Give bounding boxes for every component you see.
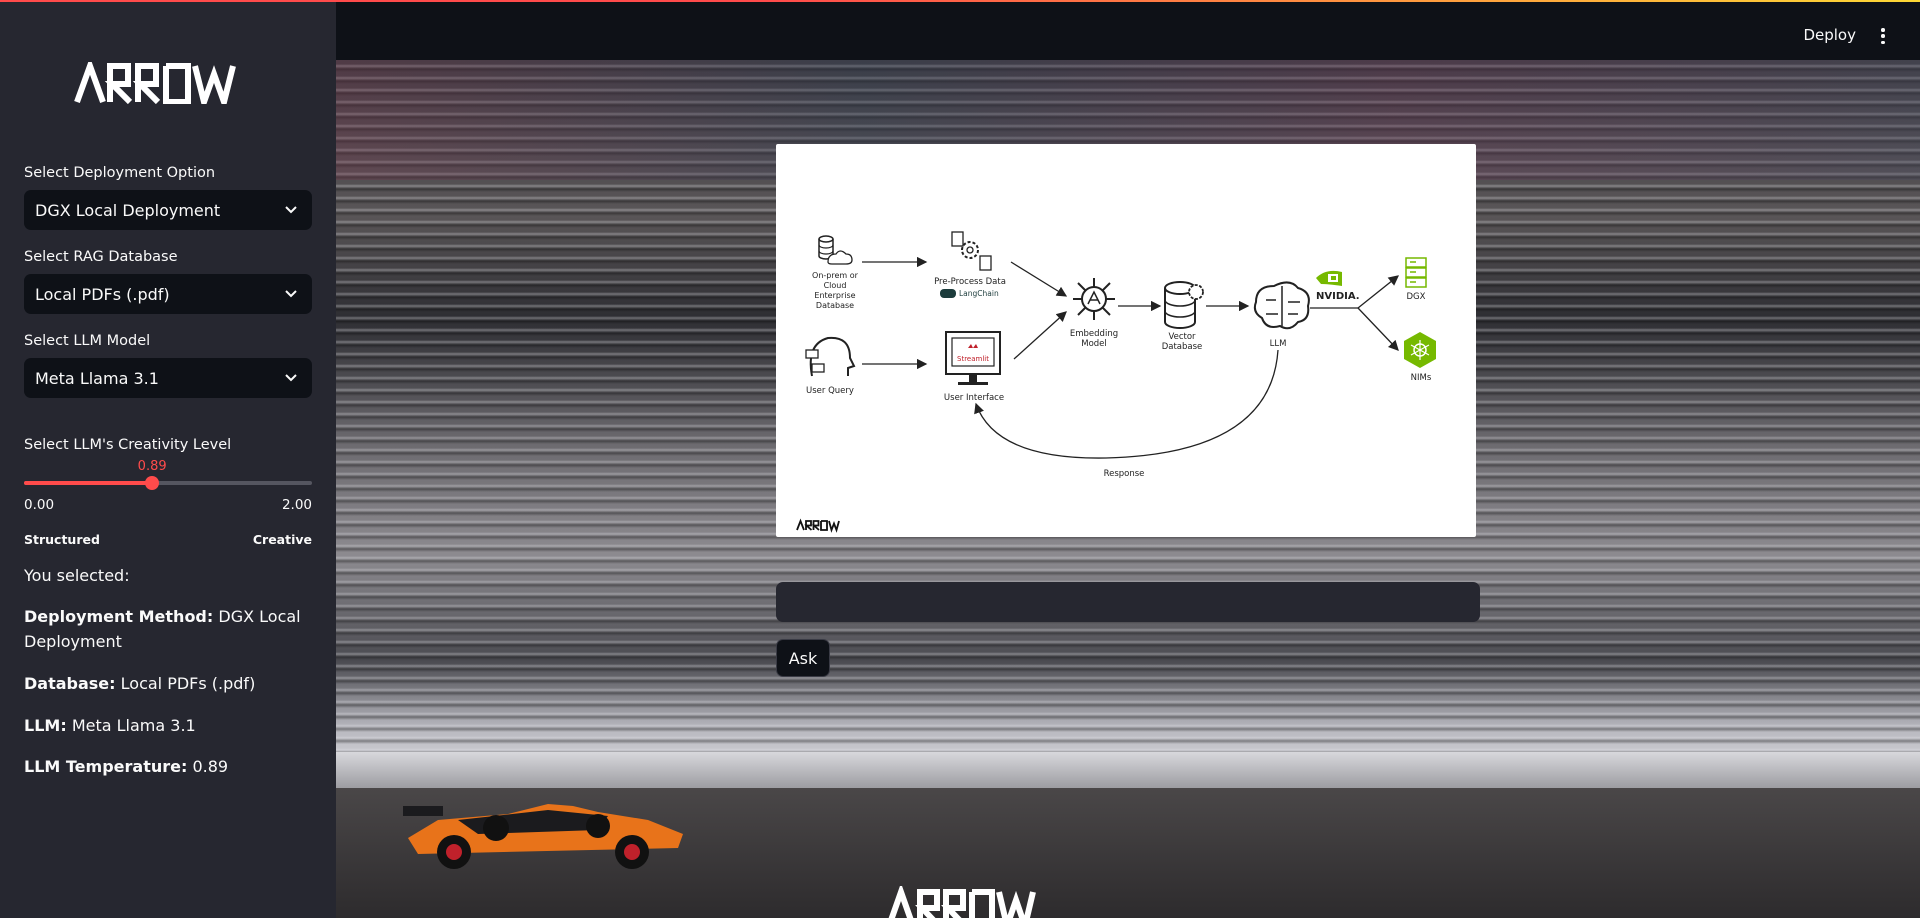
embedding-label-2: Model — [1081, 339, 1107, 349]
sidebar: Select Deployment Option DGX Local Deplo… — [0, 0, 336, 918]
langchain-icon — [940, 289, 956, 298]
chevron-down-icon — [284, 203, 298, 217]
preprocess-icon — [951, 231, 992, 271]
deployment-option-value: DGX Local Deployment — [35, 200, 221, 220]
ask-button[interactable]: Ask — [776, 639, 830, 677]
rag-database-value: Local PDFs (.pdf) — [35, 284, 170, 304]
llm-brain-icon — [1253, 281, 1310, 330]
question-input[interactable] — [776, 582, 1480, 622]
kebab-menu-icon[interactable] — [1880, 28, 1886, 44]
source-label-1: On-prem or — [812, 271, 859, 280]
creativity-max-label: 2.00 — [281, 497, 312, 513]
embedding-label-1: Embedding — [1070, 329, 1118, 339]
creativity-slider-value: 0.89 — [137, 459, 167, 474]
source-label-2: Cloud — [824, 281, 847, 290]
summary-deployment: Deployment Method: DGX Local Deployment — [24, 604, 314, 654]
summary-database: Database: Local PDFs (.pdf) — [24, 671, 314, 696]
nvidia-logo-icon — [1316, 270, 1342, 286]
langchain-label: LangChain — [959, 289, 999, 298]
preprocess-label: Pre-Process Data — [934, 277, 1006, 287]
track-wall — [336, 752, 1920, 788]
source-label-4: Database — [816, 301, 854, 310]
creativity-slider-fill — [24, 481, 153, 485]
rag-database-label: Select RAG Database — [24, 249, 178, 265]
nims-label: NIMs — [1411, 373, 1432, 383]
user-query-label: User Query — [806, 386, 854, 396]
summary-temperature-key: LLM Temperature: — [24, 757, 188, 776]
chevron-down-icon — [284, 287, 298, 301]
summary-temperature: LLM Temperature: 0.89 — [24, 754, 314, 779]
summary-deployment-key: Deployment Method: — [24, 607, 214, 626]
arrow-logo — [74, 57, 248, 113]
arrow-bottom-logo — [886, 882, 1048, 918]
summary-llm-key: LLM: — [24, 716, 67, 735]
user-query-icon — [805, 336, 856, 377]
summary-intro: You selected: — [24, 566, 130, 585]
creativity-label: Select LLM's Creativity Level — [24, 437, 232, 453]
creative-hint: Creative — [252, 532, 312, 547]
llm-label: LLM — [1270, 339, 1287, 349]
llm-model-value: Meta Llama 3.1 — [35, 368, 159, 388]
summary-llm-value: Meta Llama 3.1 — [71, 716, 196, 735]
source-label-3: Enterprise — [814, 291, 855, 300]
vector-database-icon — [1164, 281, 1204, 329]
structured-hint: Structured — [24, 532, 100, 547]
llm-model-select[interactable]: Meta Llama 3.1 — [24, 358, 312, 398]
vector-label-2: Database — [1162, 342, 1203, 352]
user-interface-label: User Interface — [944, 393, 1004, 403]
database-icon — [818, 235, 853, 265]
llm-model-label: Select LLM Model — [24, 333, 151, 349]
summary-database-key: Database: — [24, 674, 116, 693]
response-arrow — [974, 349, 1279, 459]
deployment-option-label: Select Deployment Option — [24, 165, 216, 181]
response-label: Response — [1104, 469, 1145, 479]
streamlit-label: Streamlit — [957, 355, 989, 363]
embedding-model-icon — [1073, 278, 1115, 320]
deploy-button[interactable]: Deploy — [1803, 26, 1856, 44]
arrow-footer-logo — [796, 518, 840, 533]
creativity-slider[interactable] — [24, 476, 312, 490]
rag-database-select[interactable]: Local PDFs (.pdf) — [24, 274, 312, 314]
architecture-diagram: On-prem or Cloud Enterprise Database Pre… — [776, 144, 1476, 537]
dgx-server-icon — [1405, 257, 1427, 288]
nvidia-label: NVIDIA. — [1316, 291, 1360, 302]
nims-hexagon-icon — [1404, 332, 1436, 368]
dgx-label: DGX — [1407, 292, 1426, 302]
summary-temperature-value: 0.89 — [192, 757, 229, 776]
chevron-down-icon — [284, 371, 298, 385]
race-car-image — [403, 804, 683, 869]
summary-llm: LLM: Meta Llama 3.1 — [24, 713, 314, 738]
creativity-slider-thumb[interactable] — [145, 476, 160, 490]
deployment-option-select[interactable]: DGX Local Deployment — [24, 190, 312, 230]
vector-label-1: Vector — [1168, 332, 1196, 342]
app-header: Deploy — [336, 2, 1920, 60]
top-decoration-bar — [0, 0, 1920, 2]
creativity-min-label: 0.00 — [24, 497, 55, 513]
summary-database-value: Local PDFs (.pdf) — [120, 674, 256, 693]
